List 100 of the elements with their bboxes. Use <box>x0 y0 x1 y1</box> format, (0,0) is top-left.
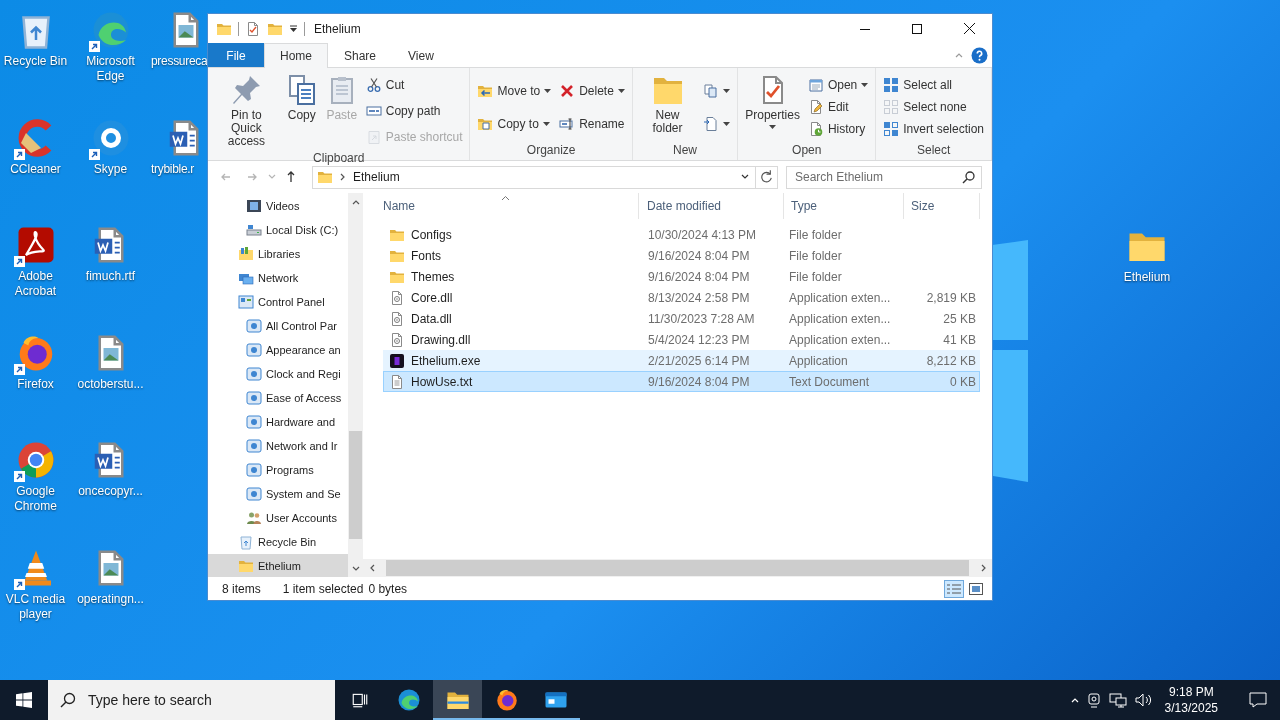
desktop-icon-label[interactable]: pressureca <box>151 54 208 69</box>
date-cell-text: 11/30/2023 7:28 AM <box>647 311 756 326</box>
nav-item-label: Ethelium <box>258 560 301 572</box>
nav-item[interactable]: Ethelium <box>208 554 348 577</box>
ribbon-button[interactable]: Open <box>804 74 872 96</box>
file-row[interactable]: Fonts 9/16/2024 8:04 PM File folder <box>383 245 980 266</box>
search-field[interactable]: Search Ethelium <box>786 165 982 189</box>
window-title: Ethelium <box>314 21 362 36</box>
date-cell-text: 9/16/2024 8:04 PM <box>647 248 751 263</box>
size-cell-text: 41 KB <box>942 332 977 347</box>
nav-item[interactable]: Libraries <box>208 242 348 266</box>
ribbon-button[interactable]: Select all <box>880 74 987 96</box>
nav-item-label: Libraries <box>258 248 301 260</box>
nav-item[interactable]: User Accounts <box>208 506 348 530</box>
nav-item[interactable]: System and Se <box>208 482 348 506</box>
desktop-icon-label[interactable]: Microsoft Edge <box>73 54 148 84</box>
column-header[interactable]: Type <box>784 193 904 219</box>
nav-item[interactable]: Network <box>208 266 348 290</box>
file-row[interactable]: Data.dll 11/30/2023 7:28 AM Application exten... 25 KB <box>383 308 980 329</box>
ribbon-button[interactable]: Cut <box>362 74 466 96</box>
desktop-icon-label[interactable]: Adobe Acrobat <box>0 269 73 300</box>
nav-item-label: System and Se <box>266 488 341 500</box>
desktop-icon-label[interactable]: Ethelium <box>1123 270 1171 285</box>
ribbon-button[interactable]: New folder <box>636 72 699 142</box>
file-row[interactable]: Drawing.dll 5/4/2024 12:23 PM Application exten... 41 KB <box>383 329 980 350</box>
ribbon-button[interactable]: Copy <box>282 72 321 150</box>
file-name: Configs <box>411 227 452 242</box>
breadcrumb[interactable]: Ethelium <box>353 170 735 184</box>
nav-item[interactable]: Hardware and <box>208 410 348 434</box>
desktop-icon-label[interactable]: Recycle Bin <box>3 54 68 69</box>
nav-item[interactable]: Ease of Access <box>208 386 348 410</box>
nav-item[interactable]: Control Panel <box>208 290 348 314</box>
desktop-icon-label[interactable]: trybible.r <box>151 161 194 177</box>
size-cell-text: 0 KB <box>949 374 977 389</box>
size-cell-text: 8,212 KB <box>925 353 977 368</box>
nav-item[interactable]: All Control Par <box>208 314 348 338</box>
file-name: Themes <box>411 269 455 284</box>
file-row[interactable]: Themes 9/16/2024 8:04 PM File folder <box>383 266 980 287</box>
file-name: HowUse.txt <box>411 374 473 389</box>
date-cell-text: 2/21/2025 6:14 PM <box>647 353 751 368</box>
type-cell-text: Text Document <box>788 374 871 389</box>
selection-size: 0 bytes <box>368 581 408 596</box>
desktop-icon-label[interactable]: Firefox <box>17 376 54 392</box>
ribbon-button[interactable]: History <box>804 118 872 140</box>
column-header[interactable]: Date modified <box>639 193 784 219</box>
ribbon-button[interactable]: Invert selection <box>880 118 987 140</box>
ribbon-button[interactable]: Edit <box>804 96 872 118</box>
type-cell-text: File folder <box>788 269 843 284</box>
column-header[interactable]: Name <box>377 193 639 219</box>
nav-item[interactable]: Appearance an <box>208 338 348 362</box>
ribbon-button[interactable]: Properties <box>742 72 803 142</box>
nav-item[interactable]: Network and Ir <box>208 434 348 458</box>
item-count: 8 items <box>222 581 261 596</box>
type-cell-text: File folder <box>788 248 843 263</box>
nav-item-label: Programs <box>266 464 314 476</box>
ribbon-group-label: Select <box>915 142 952 158</box>
nav-item[interactable]: Clock and Regi <box>208 362 348 386</box>
nav-item[interactable]: Videos <box>208 194 348 218</box>
clock-date[interactable]: 3/13/2025 <box>1164 700 1218 716</box>
ribbon-button[interactable]: Copy path <box>362 100 466 122</box>
ribbon-button[interactable]: Select none <box>880 96 987 118</box>
type-cell-text: Application exten... <box>788 290 892 305</box>
nav-item[interactable]: Local Disk (C:) <box>208 218 348 242</box>
desktop-icon-label[interactable]: CCleaner <box>10 161 61 177</box>
ribbon-button[interactable]: Rename <box>556 112 628 135</box>
nav-item-label: Clock and Regi <box>266 368 341 380</box>
date-cell-text: 8/13/2024 2:58 PM <box>647 290 751 305</box>
file-name: Drawing.dll <box>411 332 471 347</box>
file-row[interactable]: Ethelium.exe 2/21/2025 6:14 PM Application 8,212 KB <box>383 350 980 371</box>
desktop-icon-label[interactable]: Skype <box>93 161 128 177</box>
column-header[interactable]: Size <box>904 193 980 219</box>
nav-item-label: Network and Ir <box>266 440 338 452</box>
file-row[interactable]: Configs 10/30/2024 4:13 PM File folder <box>383 224 980 245</box>
size-cell-text: 25 KB <box>942 311 977 326</box>
date-cell-text: 9/16/2024 8:04 PM <box>647 269 751 284</box>
desktop-icon-label[interactable]: fimuch.rtf <box>85 269 136 285</box>
ribbon-button[interactable]: Delete <box>556 79 628 102</box>
type-cell-text: File folder <box>788 227 843 242</box>
ribbon-group-label: Open <box>791 142 823 158</box>
nav-item[interactable]: Recycle Bin <box>208 530 348 554</box>
nav-item-label: All Control Par <box>266 320 337 332</box>
taskbar-search-field[interactable]: Type here to search <box>48 680 335 720</box>
ribbon-tab[interactable]: Share <box>328 43 393 67</box>
file-menu-tab[interactable]: File <box>208 43 264 67</box>
ribbon-tab[interactable]: View <box>392 43 450 67</box>
ribbon-button[interactable]: Move to <box>474 79 555 102</box>
address-bar[interactable]: Ethelium <box>312 165 778 189</box>
file-row[interactable]: Core.dll 8/13/2024 2:58 PM Application exten... 2,819 KB <box>383 287 980 308</box>
ribbon-button[interactable]: Pin to Quick access <box>212 72 281 150</box>
ribbon-group-label: New <box>672 142 699 158</box>
file-row[interactable]: HowUse.txt 9/16/2024 8:04 PM Text Document 0 KB <box>383 371 980 392</box>
date-cell-text: 5/4/2024 12:23 PM <box>647 332 751 347</box>
nav-item-label: Videos <box>266 200 300 212</box>
nav-item[interactable]: Programs <box>208 458 348 482</box>
nav-item-label: Recycle Bin <box>258 536 317 548</box>
ribbon-tab[interactable]: Home <box>264 43 328 68</box>
ribbon-button[interactable]: Copy to <box>474 112 555 135</box>
file-name: Data.dll <box>411 311 452 326</box>
clock-time[interactable]: 9:18 PM <box>1168 684 1214 700</box>
nav-item-label: Hardware and <box>266 416 336 428</box>
